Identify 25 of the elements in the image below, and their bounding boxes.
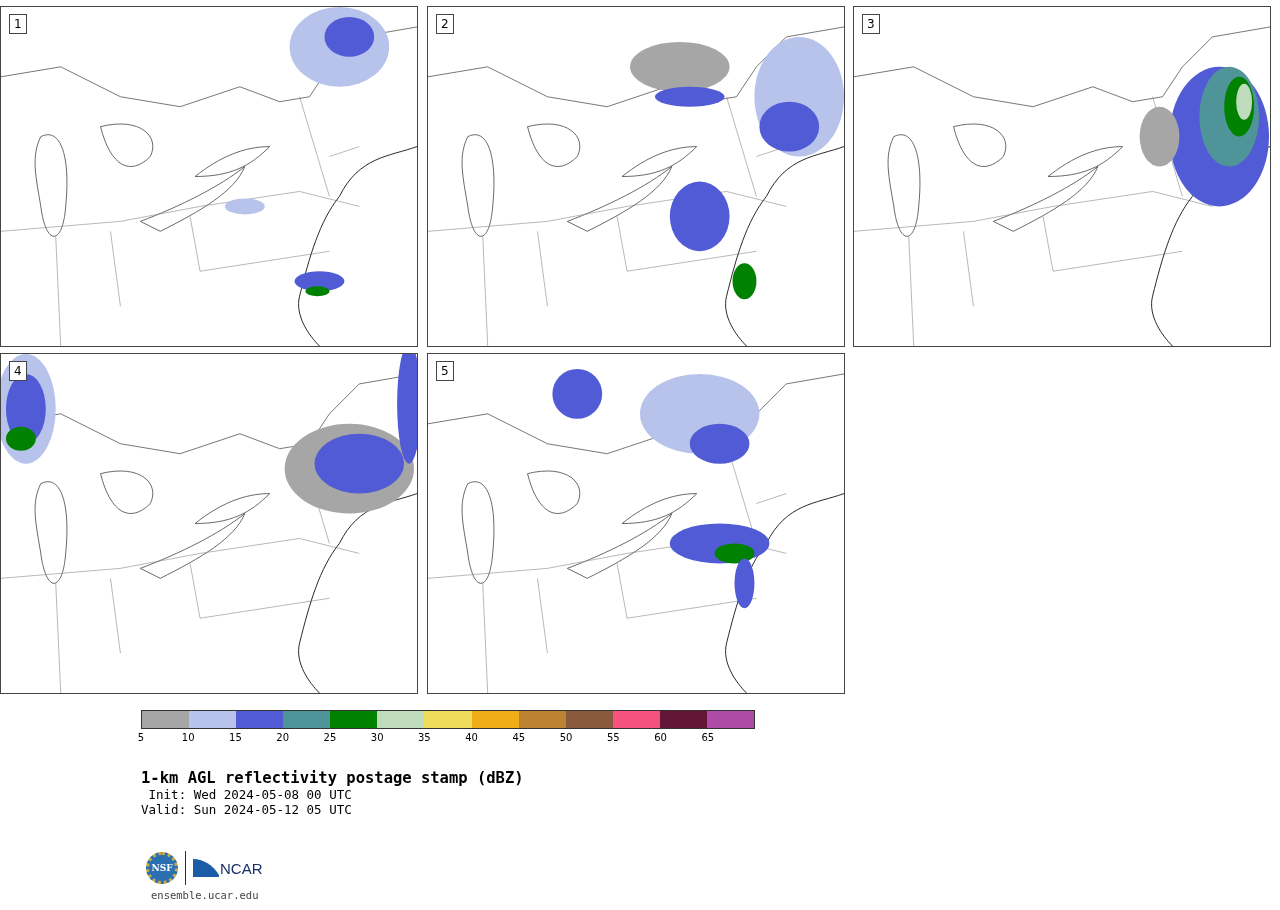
panel-number: 2 [436, 14, 454, 34]
scale-tick-label: 5 [137, 732, 145, 743]
scale-tick-label: 20 [276, 732, 290, 743]
valid-time: Valid: Sun 2024-05-12 05 UTC [141, 802, 353, 817]
scale-tick-label: 45 [512, 732, 526, 743]
scale-tick-label: 40 [465, 732, 478, 743]
website-url: ensemble.ucar.edu [151, 889, 260, 901]
scale-tick-label: 10 [181, 732, 195, 743]
panel-number: 5 [436, 361, 454, 381]
panel-number: 4 [9, 361, 27, 381]
logo-text: NCAR [220, 859, 263, 877]
chart-title: 1-km AGL reflectivity postage stamp (dBZ) [141, 769, 525, 787]
scale-tick-label: 25 [323, 732, 337, 743]
swoosh-icon [193, 859, 219, 877]
scale-tick-label: 55 [606, 732, 620, 743]
seal-logo: NSF [146, 852, 178, 884]
scale-tick-label: 30 [370, 732, 384, 743]
scale-tick-label: 65 [701, 732, 715, 743]
panel-number: 1 [9, 14, 27, 34]
panel-number: 3 [862, 14, 880, 34]
init-time: Init: Wed 2024-05-08 00 UTC [147, 787, 353, 802]
scale-tick-label: 50 [559, 732, 573, 743]
scale-tick-label: 60 [654, 732, 667, 743]
scale-tick-label: 15 [229, 732, 242, 743]
scale-tick-label: 35 [418, 732, 431, 743]
